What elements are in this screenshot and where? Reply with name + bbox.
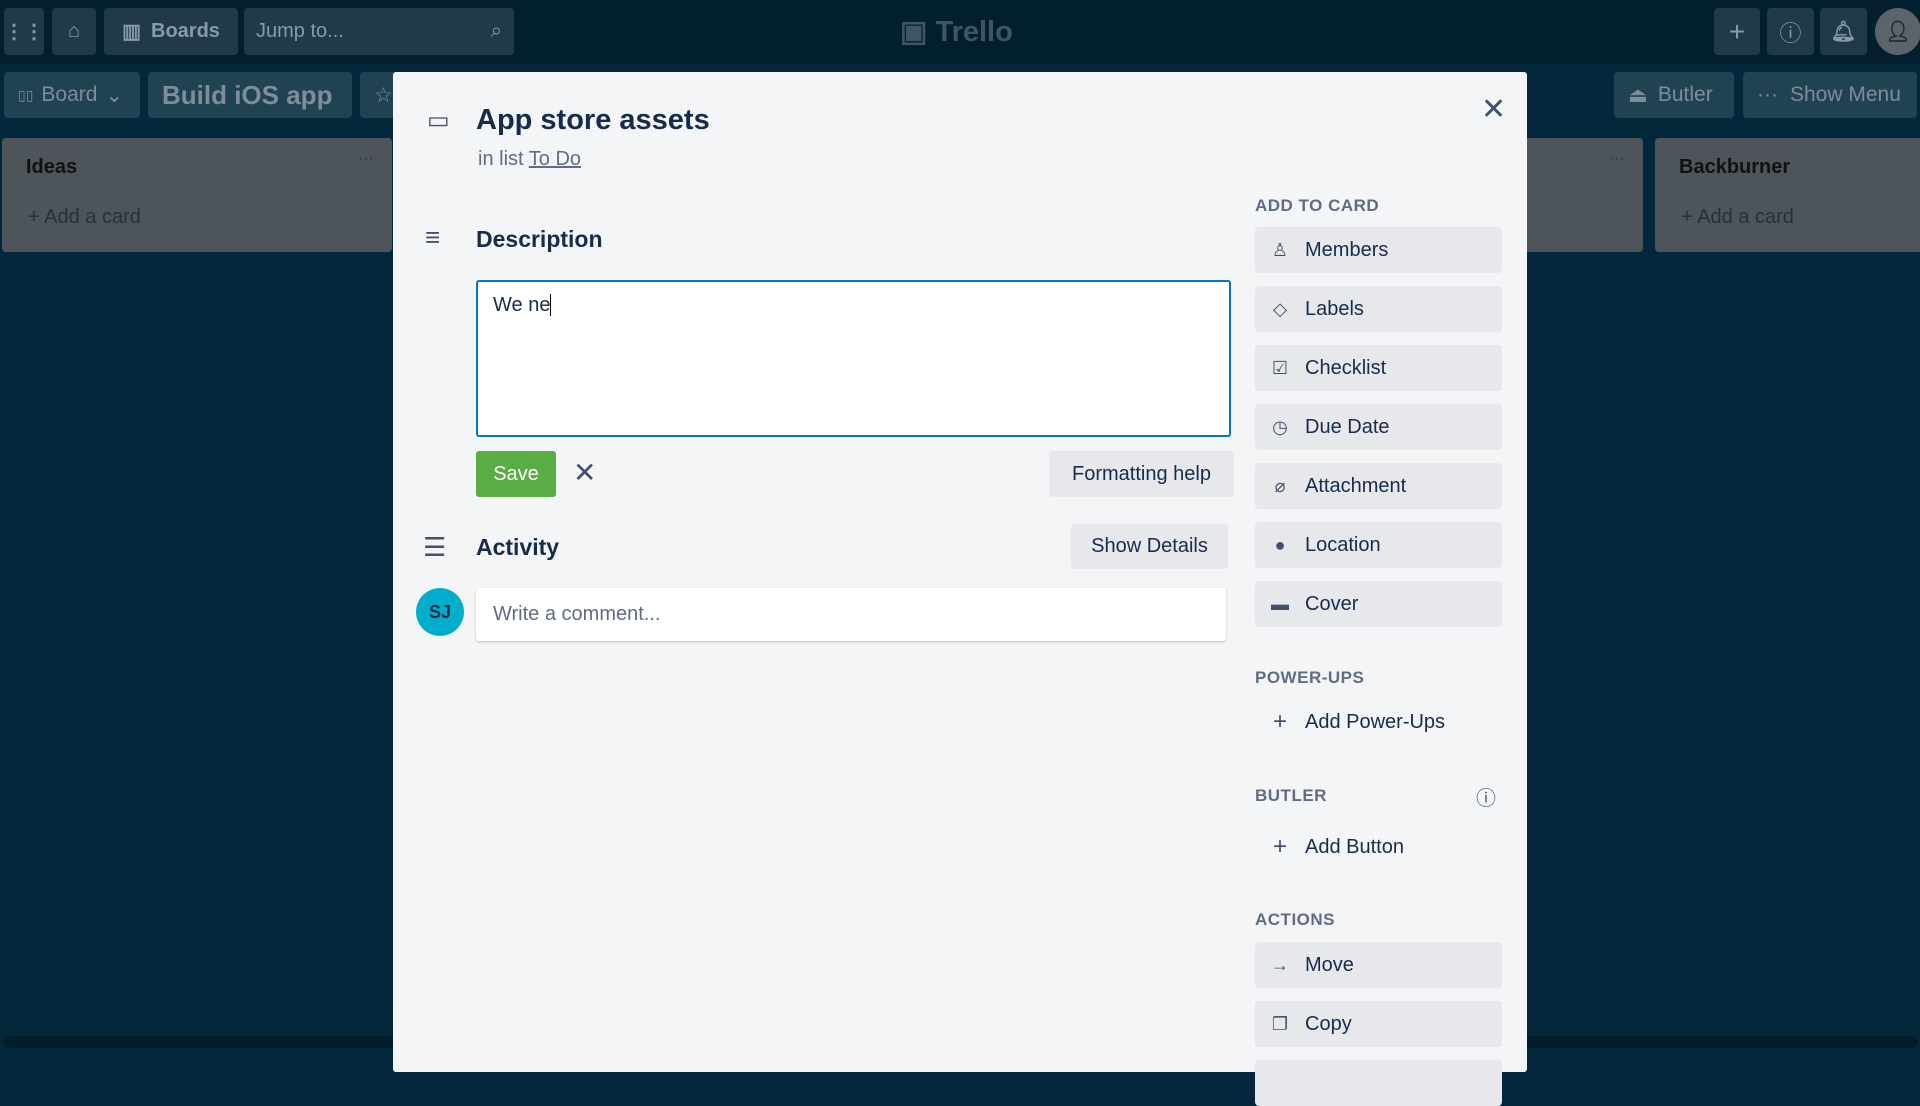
more-action-button[interactable] [1255, 1060, 1502, 1106]
butler-bell-icon: ⏏ [1628, 83, 1648, 107]
list-title[interactable]: Ideas [26, 156, 77, 179]
butler-button[interactable]: ⏏ Butler [1614, 72, 1734, 118]
user-icon: 👤︎ [1885, 21, 1911, 43]
arrow-right-icon: → [1271, 954, 1289, 975]
due-date-button[interactable]: ◷ Due Date [1255, 404, 1502, 450]
list-ideas: Ideas ··· + Add a card [2, 138, 392, 252]
paperclip-icon: ⌀ [1274, 475, 1286, 496]
cover-icon: ▬ [1271, 593, 1289, 614]
boards-icon: ▥ [122, 21, 141, 43]
boards-label: Boards [151, 20, 220, 42]
save-button[interactable]: Save [476, 451, 556, 497]
comment-input[interactable]: Write a comment... [476, 588, 1226, 641]
add-card-button[interactable]: + Add a card [28, 206, 141, 229]
copy-button[interactable]: ❐ Copy [1255, 1001, 1502, 1047]
avatar[interactable]: 👤︎ [1875, 8, 1920, 55]
actions-heading: ACTIONS [1255, 910, 1335, 929]
board-view-button[interactable]: ▯▯ Board ⌄ [4, 72, 140, 118]
plus-icon: + [1728, 15, 1746, 47]
close-icon[interactable]: ✕ [1481, 92, 1506, 127]
board-icon: ▯▯ [18, 86, 34, 103]
list-title[interactable]: Backburner [1679, 156, 1790, 179]
notifications-button[interactable]: 🔔︎ [1820, 8, 1867, 55]
members-button[interactable]: ♙ Members [1255, 227, 1502, 273]
activity-icon: ☰ [423, 532, 447, 562]
location-button[interactable]: ● Location [1255, 522, 1502, 568]
bell-icon: 🔔︎ [1830, 21, 1857, 43]
description-heading: Description [476, 226, 603, 252]
description-textarea[interactable]: We ne [476, 280, 1231, 437]
card-modal: ▭ App store assets in list To Do ✕ ≡ Des… [393, 72, 1527, 1106]
tag-icon: ◇ [1273, 298, 1287, 319]
home-icon: ⌂ [67, 20, 81, 42]
pin-icon: ● [1274, 534, 1286, 555]
add-to-card-heading: ADD TO CARD [1255, 196, 1380, 215]
person-icon: ♙ [1271, 239, 1289, 260]
plus-icon: + [1272, 833, 1287, 860]
create-button[interactable]: + [1714, 8, 1760, 55]
add-card-button[interactable]: + Add a card [1681, 206, 1794, 229]
plus-icon: + [1272, 708, 1287, 735]
trello-logo[interactable]: ▣ Trello [900, 14, 1013, 49]
info-button[interactable]: ⓘ [1767, 8, 1814, 55]
show-menu-button[interactable]: ··· Show Menu [1743, 72, 1917, 118]
show-details-button[interactable]: Show Details [1071, 524, 1228, 569]
board-name[interactable]: Build iOS app [148, 72, 352, 118]
add-power-ups-button[interactable]: + Add Power-Ups [1255, 699, 1502, 745]
apps-grid-icon[interactable]: ⋮⋮ [4, 8, 44, 55]
copy-icon: ❐ [1271, 1013, 1289, 1034]
checklist-button[interactable]: ☑ Checklist [1255, 345, 1502, 391]
user-avatar[interactable]: SJ [416, 588, 464, 636]
search-icon: ⌕ [490, 20, 502, 42]
in-list: in list To Do [478, 148, 582, 170]
checkbox-icon: ☑ [1271, 357, 1289, 378]
cancel-icon[interactable]: ✕ [573, 456, 596, 489]
clock-icon: ◷ [1272, 416, 1288, 437]
attachment-button[interactable]: ⌀ Attachment [1255, 463, 1502, 509]
card-title[interactable]: App store assets [476, 104, 710, 137]
butler-info-icon[interactable]: ⓘ [1476, 782, 1496, 811]
butler-heading: BUTLER [1255, 786, 1327, 805]
boards-button[interactable]: ▥ Boards [104, 8, 238, 55]
search-placeholder: Jump to... [256, 20, 344, 42]
add-button-button[interactable]: + Add Button [1255, 824, 1502, 870]
labels-button[interactable]: ◇ Labels [1255, 286, 1502, 332]
formatting-help-button[interactable]: Formatting help [1049, 451, 1234, 497]
card-icon: ▭ [427, 107, 450, 134]
list-menu-icon[interactable]: ··· [1609, 150, 1625, 168]
home-button[interactable]: ⌂ [52, 8, 96, 55]
chevron-down-icon: ⌄ [105, 83, 124, 107]
list-backburner: Backburner + Add a card [1655, 138, 1920, 252]
move-button[interactable]: → Move [1255, 942, 1502, 988]
info-icon: ⓘ [1779, 20, 1802, 46]
description-icon: ≡ [425, 222, 441, 252]
activity-heading: Activity [476, 534, 560, 560]
cover-button[interactable]: ▬ Cover [1255, 581, 1502, 627]
list-link[interactable]: To Do [529, 148, 581, 170]
more-icon: ··· [1757, 83, 1778, 106]
list-menu-icon[interactable]: ··· [358, 150, 374, 168]
power-ups-heading: POWER-UPS [1255, 668, 1365, 687]
search-input[interactable]: Jump to... ⌕ [244, 8, 514, 55]
